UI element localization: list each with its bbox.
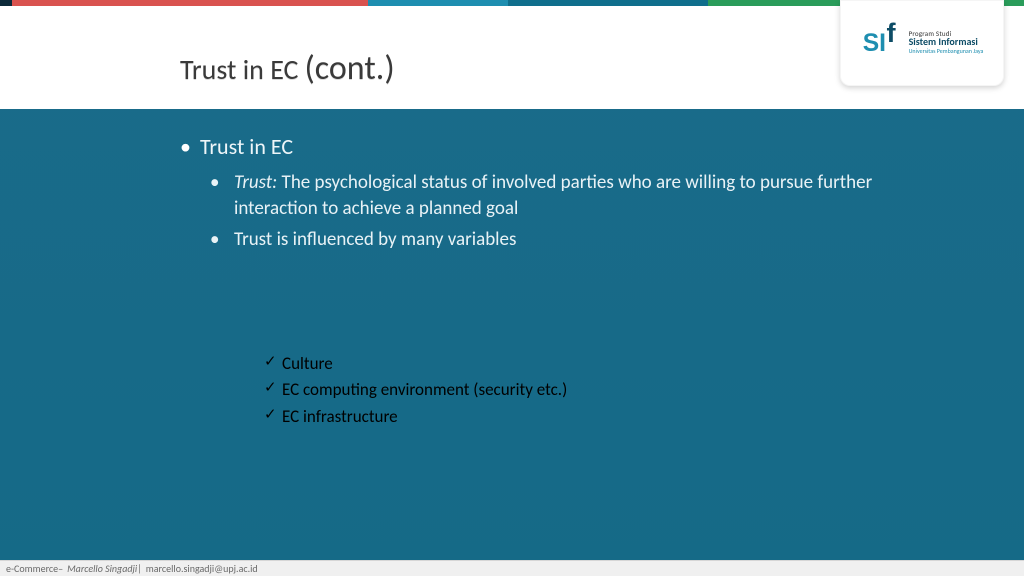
definition: The psychological status of involved par… [234, 171, 872, 220]
logo-card: SI f Program Studi Sistem Informasi Univ… [840, 0, 1004, 86]
accent-segment-navy [0, 0, 12, 6]
bullet-text: Trust is influenced by many variables [234, 228, 516, 251]
logo-inner: SI f Program Studi Sistem Informasi Univ… [861, 20, 984, 64]
check-label: Culture [282, 353, 333, 374]
title-big: (cont.) [304, 48, 394, 89]
check-label: EC computing environment (security etc.) [282, 379, 567, 400]
logo-text: Program Studi Sistem Informasi Universit… [909, 30, 984, 54]
title-small: Trust in EC [180, 52, 298, 87]
accent-segment-red [12, 0, 368, 6]
accent-segment-teal-light [368, 0, 508, 6]
slide: Trust in EC (cont.) SI f Program Studi S… [0, 0, 1024, 576]
term: Trust: [234, 171, 277, 194]
footer-course: e-Commerce [6, 562, 58, 575]
bullet-level-2: Trust: The psychological status of invol… [200, 170, 880, 253]
list-item: EC infrastructure [264, 404, 567, 430]
footer-sep-2: | [137, 562, 142, 575]
list-item: Trust is influenced by many variables [200, 227, 880, 253]
logo-line3: Universitas Pembangunan Jaya [909, 48, 984, 54]
sif-logo-icon: SI f [861, 20, 905, 64]
list-item: Trust in EC Trust: The psychological sta… [200, 133, 880, 253]
slide-footer: e-Commerce – Marcello Singadji | marcell… [0, 560, 1024, 576]
list-item: Trust: The psychological status of invol… [200, 170, 880, 221]
svg-text:SI: SI [862, 30, 885, 57]
check-label: EC infrastructure [282, 406, 398, 427]
checklist: Culture EC computing environment (securi… [264, 351, 567, 430]
outline-heading: Trust in EC [200, 133, 293, 160]
footer-author: Marcello Singadji [67, 562, 137, 575]
accent-segment-teal-dark [508, 0, 708, 6]
slide-title: Trust in EC (cont.) [180, 48, 395, 89]
bullet-level-1: Trust in EC Trust: The psychological sta… [200, 133, 880, 259]
header-band: Trust in EC (cont.) SI f Program Studi S… [0, 0, 1024, 109]
footer-sep-1: – [58, 562, 63, 575]
list-item: Culture [264, 351, 567, 377]
footer-email: marcello.singadji@upj.ac.id [146, 562, 258, 575]
slide-body: Trust in EC Trust: The psychological sta… [0, 109, 1024, 576]
svg-text:f: f [886, 20, 896, 48]
list-item: EC computing environment (security etc.) [264, 377, 567, 403]
